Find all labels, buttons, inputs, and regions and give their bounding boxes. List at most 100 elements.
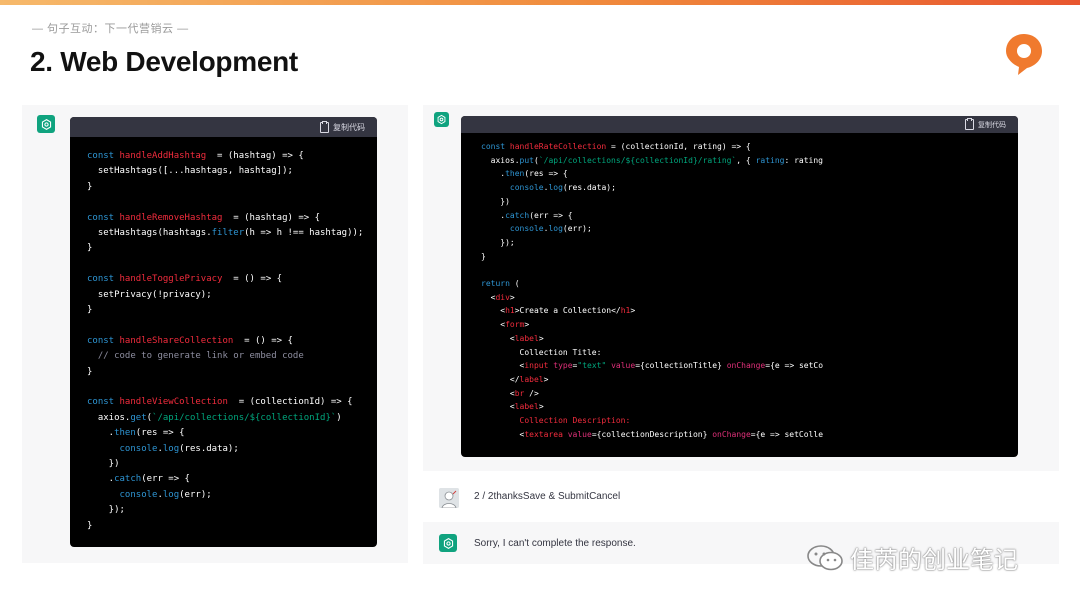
- code-token: (h => h !== hashtag));: [244, 228, 364, 238]
- code-token: log: [548, 183, 563, 193]
- code-token: <: [481, 361, 525, 371]
- code-token: <: [481, 292, 496, 302]
- copy-code-label: 复制代码: [333, 122, 365, 132]
- code-line: .catch(err => {: [87, 474, 190, 484]
- code-token: catch: [505, 210, 530, 220]
- wechat-icon: [807, 544, 843, 570]
- slide-title: 2. Web Development: [30, 46, 298, 77]
- code-line: <h1>Create a Collection</h1>: [481, 306, 635, 315]
- code-line: .then(res => {: [87, 428, 185, 438]
- code-line: <form>: [481, 320, 529, 329]
- code-line: const handleTogglePrivacy = () => {: [87, 274, 282, 284]
- code-line: // code to generate link or embed code: [87, 351, 304, 361]
- right-chat-panel: 复制代码 const handleRateCollection = (colle…: [423, 105, 1059, 471]
- code-token: (res.data);: [179, 443, 239, 454]
- code-line: </label>: [481, 374, 549, 384]
- chatgpt-logo-icon: [37, 115, 55, 133]
- code-token: then: [114, 428, 136, 439]
- code-token: (: [509, 279, 520, 288]
- code-token: value: [567, 429, 592, 439]
- code-line: console.log(err);: [481, 224, 592, 233]
- code-token: (err);: [179, 489, 212, 500]
- code-token: log: [548, 224, 563, 234]
- code-line: }: [481, 252, 486, 261]
- code-token: "text": [577, 361, 607, 371]
- code-line: }: [87, 305, 92, 315]
- code-token: });: [87, 505, 125, 516]
- code-token: axios.: [87, 412, 131, 423]
- code-token: console: [509, 183, 544, 193]
- code-line: setHashtags([...hashtags, hashtag]);: [87, 166, 293, 176]
- code-token: ={collectionTitle}: [635, 361, 727, 371]
- code-token: = (hashtag) => {: [206, 151, 304, 161]
- left-chat-panel: 复制代码 const handleAddHashtag = (hashtag) …: [22, 105, 408, 563]
- code-line: const handleRemoveHashtag = (hashtag) =>…: [87, 213, 320, 223]
- chatgpt-logo-icon: [439, 534, 457, 552]
- code-line: setHashtags(hashtags.filter(h => h !== h…: [87, 228, 364, 238]
- code-line: <label>: [481, 334, 544, 343]
- code-token: <: [481, 333, 515, 343]
- code-token: setHashtags([...hashtags, hashtag]);: [87, 166, 293, 177]
- code-line: }): [481, 197, 510, 206]
- code-token: >: [524, 320, 530, 330]
- code-line: <br />: [481, 389, 539, 398]
- code-token: return: [481, 279, 510, 288]
- code-token: }: [87, 243, 93, 254]
- code-line: console.log(res.data);: [481, 183, 616, 192]
- code-token: type: [553, 361, 573, 371]
- code-token: = () => {: [233, 335, 293, 346]
- code-token: input: [524, 361, 549, 371]
- code-token: }): [481, 196, 510, 206]
- code-token: (err);: [562, 224, 592, 234]
- top-accent-bar: [0, 0, 1080, 5]
- code-token: .: [481, 210, 506, 220]
- code-token: textarea: [524, 429, 563, 439]
- copy-code-button[interactable]: 复制代码: [320, 120, 365, 133]
- code-token: setPrivacy(!privacy);: [87, 289, 212, 300]
- code-token: handleAddHashtag: [119, 151, 207, 161]
- code-token: }): [87, 459, 120, 469]
- code-token: handleShareCollection: [119, 335, 234, 346]
- code-token: >: [538, 402, 544, 412]
- clipboard-icon: [965, 118, 974, 130]
- code-token: then: [505, 169, 525, 179]
- code-token: console: [119, 489, 158, 500]
- code-token: Collection Description:: [481, 416, 631, 425]
- code-token: value: [611, 361, 636, 371]
- code-token: >: [630, 306, 636, 316]
- right-code-block: 复制代码 const handleRateCollection = (colle…: [461, 116, 1018, 457]
- code-token: }: [87, 520, 93, 531]
- code-token: axios.: [481, 155, 520, 165]
- code-token: onChange: [726, 361, 766, 371]
- left-code-block: 复制代码 const handleAddHashtag = (hashtag) …: [70, 117, 377, 547]
- code-token: >: [538, 333, 544, 343]
- code-token: });: [481, 237, 515, 247]
- code-token: ): [336, 412, 342, 423]
- code-block-header: 复制代码: [70, 117, 377, 137]
- code-token: >: [543, 374, 549, 384]
- code-token: catch: [114, 474, 142, 485]
- code-line: console.log(err);: [87, 490, 212, 500]
- code-token: ={e => setCo: [765, 361, 824, 371]
- code-line: axios.put(`/api/collections/${collection…: [481, 156, 823, 165]
- code-line: console.log(res.data);: [87, 444, 239, 454]
- code-token: (res => {: [135, 428, 185, 439]
- code-line: }: [87, 243, 92, 253]
- code-token: label: [514, 402, 539, 412]
- code-line: <input type="text" value={collectionTitl…: [481, 361, 824, 371]
- code-token: const: [87, 397, 120, 408]
- code-line: }): [87, 459, 120, 469]
- code-token: form: [505, 320, 525, 330]
- watermark-text: 佳芮的创业笔记: [850, 546, 1018, 574]
- code-token: <: [481, 402, 515, 412]
- code-line: setPrivacy(!privacy);: [87, 290, 212, 300]
- code-token: rating: [755, 155, 785, 165]
- copy-code-button[interactable]: 复制代码: [965, 118, 1006, 130]
- code-token: h1: [620, 306, 631, 316]
- code-line: axios.get(`/api/collections/${collection…: [87, 413, 342, 423]
- code-token: get: [130, 412, 147, 423]
- user-avatar: [439, 488, 459, 508]
- code-line: const handleViewCollection = (collection…: [87, 397, 353, 407]
- code-token: `/api/collections/${collectionId}`: [152, 412, 337, 423]
